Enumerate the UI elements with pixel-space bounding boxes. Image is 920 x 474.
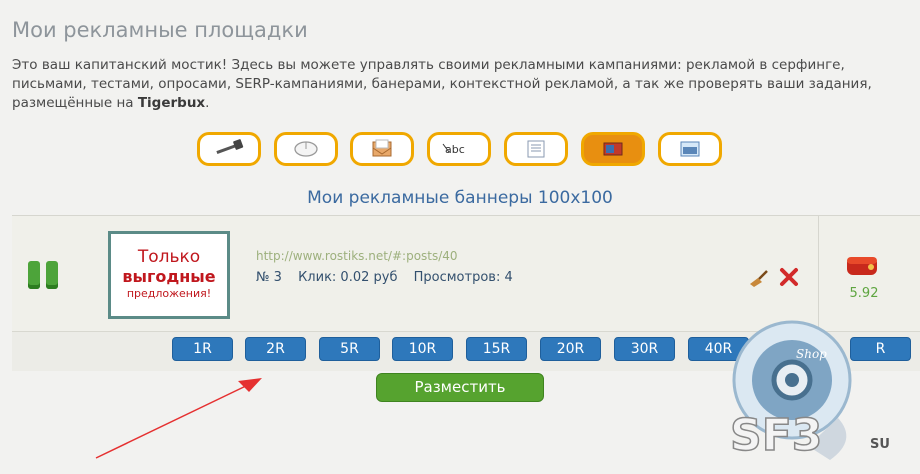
banner-line1: Только xyxy=(137,247,201,267)
broom-edit-icon[interactable] xyxy=(747,268,769,288)
column-divider xyxy=(818,216,819,331)
campaign-balance: 5.92 xyxy=(849,286,879,301)
topup-amount-button[interactable]: 20R xyxy=(540,337,601,361)
topup-amount-button[interactable]: 1R xyxy=(172,337,233,361)
campaign-row: Только выгодные предложения! http://www.… xyxy=(12,216,920,332)
watermark-shop-text: Shop xyxy=(796,347,827,361)
ad-type-letters-button[interactable] xyxy=(350,132,414,166)
watermark-tld-text: SU xyxy=(870,437,890,452)
banner-line2: выгодные xyxy=(122,267,216,286)
campaign-meta: № 3 Клик: 0.02 руб Просмотров: 4 xyxy=(256,270,525,285)
topup-amount-button[interactable]: 5R xyxy=(319,337,380,361)
campaign-url[interactable]: http://www.rostiks.net/#:posts/40 xyxy=(256,249,458,263)
banner-icon xyxy=(603,142,623,156)
hammer-icon xyxy=(216,139,244,154)
place-button[interactable]: Разместить xyxy=(376,373,544,402)
banner-preview[interactable]: Только выгодные предложения! xyxy=(108,231,230,319)
ad-type-tests-button[interactable]: abc xyxy=(427,132,491,166)
topup-amount-button[interactable]: 10R xyxy=(392,337,453,361)
svg-text:abc: abc xyxy=(445,143,465,156)
topup-amount-button[interactable]: 15R xyxy=(466,337,527,361)
ad-type-banners-button[interactable] xyxy=(581,132,645,166)
banner-line3: предложения! xyxy=(126,287,212,300)
text-test-icon: abc xyxy=(442,143,465,156)
intro-text-end: . xyxy=(205,95,210,111)
delete-icon[interactable] xyxy=(778,266,800,288)
watermark-brand-text: SF3 xyxy=(730,410,822,461)
section-title: Мои рекламные баннеры 100x100 xyxy=(307,188,613,208)
campaign-views: Просмотров: 4 xyxy=(413,270,513,285)
page-title: Мои рекламные площадки xyxy=(12,18,308,42)
topup-amount-button[interactable]: 30R xyxy=(614,337,675,361)
ad-type-surfing-button[interactable] xyxy=(197,132,261,166)
campaign-click-price: Клик: 0.02 руб xyxy=(298,270,398,285)
topup-amount-button[interactable]: 2R xyxy=(245,337,306,361)
ad-type-context-button[interactable] xyxy=(658,132,722,166)
image-icon xyxy=(680,141,700,157)
sf3-watermark-logo: Shop SF3 SU xyxy=(718,320,920,470)
intro-text: Это ваш капитанский мостик! Здесь вы мож… xyxy=(12,56,892,113)
brand-name: Tigerbux xyxy=(137,95,206,111)
wallet-icon[interactable] xyxy=(844,252,880,278)
mouse-icon xyxy=(294,141,318,157)
document-icon xyxy=(527,140,545,158)
pause-icon[interactable] xyxy=(28,261,66,289)
campaign-number: № 3 xyxy=(256,270,282,285)
ad-type-mail-button[interactable] xyxy=(274,132,338,166)
envelope-icon xyxy=(372,139,392,157)
ad-type-serp-button[interactable] xyxy=(504,132,568,166)
gear-icon: Shop SF3 SU xyxy=(729,320,890,462)
